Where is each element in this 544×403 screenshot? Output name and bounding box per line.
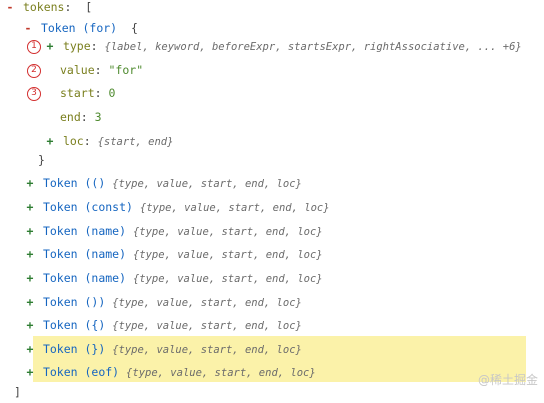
token-row[interactable]: + Token ()) {type, value, start, end, lo… bbox=[24, 291, 302, 313]
token-row[interactable]: + Token (name) {type, value, start, end,… bbox=[24, 243, 323, 265]
token-name: Token ({) bbox=[42, 318, 106, 332]
token-summary: {type, value, start, end, loc} bbox=[132, 249, 323, 261]
close-bracket-row: ] bbox=[14, 381, 21, 403]
loc-key: loc bbox=[62, 134, 84, 148]
expand-toggle-icon[interactable]: + bbox=[24, 267, 36, 289]
type-row[interactable]: + type: {label, keyword, beforeExpr, sta… bbox=[44, 35, 522, 57]
expand-toggle-icon[interactable]: + bbox=[44, 130, 56, 152]
token-row[interactable]: + Token ({) {type, value, start, end, lo… bbox=[24, 314, 302, 336]
expand-toggle-icon[interactable]: + bbox=[24, 338, 36, 360]
token-row[interactable]: + Token (name) {type, value, start, end,… bbox=[24, 220, 323, 242]
open-brace: { bbox=[130, 21, 138, 35]
type-summary: {label, keyword, beforeExpr, startsExpr,… bbox=[104, 41, 522, 53]
expand-toggle-icon[interactable]: + bbox=[24, 196, 36, 218]
tokens-key: tokens bbox=[22, 0, 65, 14]
end-row: end: 3 bbox=[60, 110, 102, 124]
token-summary: {type, value, start, end, loc} bbox=[112, 320, 302, 332]
token-summary: {type, value, start, end, loc} bbox=[139, 202, 330, 214]
annotation-marker-3: 3 bbox=[27, 87, 41, 101]
open-bracket: [ bbox=[85, 0, 93, 14]
tokens-row[interactable]: - tokens: [ bbox=[4, 0, 93, 18]
collapse-toggle-icon[interactable]: - bbox=[22, 17, 34, 39]
expand-toggle-icon[interactable]: + bbox=[24, 291, 36, 313]
token-name: Token (name) bbox=[42, 247, 127, 261]
token-name: Token ()) bbox=[42, 295, 106, 309]
close-bracket: ] bbox=[14, 385, 21, 399]
loc-summary: {start, end} bbox=[97, 136, 174, 148]
type-key: type bbox=[62, 39, 91, 53]
token-name: Token (for) bbox=[40, 21, 118, 35]
token-name: Token (eof) bbox=[42, 365, 120, 379]
expand-toggle-icon[interactable]: + bbox=[24, 220, 36, 242]
start-key: start bbox=[60, 86, 95, 100]
token-name: Token (}) bbox=[42, 342, 106, 356]
annotation-marker-2: 2 bbox=[27, 64, 41, 78]
token-row-highlighted[interactable]: + Token (}) {type, value, start, end, lo… bbox=[24, 338, 302, 360]
collapse-toggle-icon[interactable]: - bbox=[4, 0, 16, 18]
token-name: Token (name) bbox=[42, 224, 127, 238]
end-key: end bbox=[60, 110, 81, 124]
token-summary: {type, value, start, end, loc} bbox=[132, 273, 323, 285]
expand-toggle-icon[interactable]: + bbox=[44, 35, 56, 57]
value-row: value: "for" bbox=[60, 63, 144, 77]
token-summary: {type, value, start, end, loc} bbox=[112, 178, 302, 190]
loc-row[interactable]: + loc: {start, end} bbox=[44, 130, 174, 152]
token-summary: {type, value, start, end, loc} bbox=[112, 344, 302, 356]
token-summary: {type, value, start, end, loc} bbox=[112, 297, 302, 309]
value-key: value bbox=[60, 63, 95, 77]
token-row-highlighted[interactable]: + Token (eof) {type, value, start, end, … bbox=[24, 361, 316, 383]
token-name: Token (const) bbox=[42, 200, 133, 214]
expand-toggle-icon[interactable]: + bbox=[24, 361, 36, 383]
token-name: Token (name) bbox=[42, 271, 127, 285]
start-row: start: 0 bbox=[60, 86, 116, 100]
start-value: 0 bbox=[108, 86, 116, 100]
value-value: "for" bbox=[108, 63, 144, 77]
annotation-marker-1: 1 bbox=[27, 40, 41, 54]
token-summary: {type, value, start, end, loc} bbox=[126, 367, 316, 379]
watermark: @稀土掘金 bbox=[477, 373, 538, 387]
close-brace-row: } bbox=[38, 149, 45, 171]
token-row[interactable]: + Token (name) {type, value, start, end,… bbox=[24, 267, 323, 289]
token-name: Token (() bbox=[42, 176, 106, 190]
expand-toggle-icon[interactable]: + bbox=[24, 172, 36, 194]
expand-toggle-icon[interactable]: + bbox=[24, 243, 36, 265]
end-value: 3 bbox=[94, 110, 102, 124]
expand-toggle-icon[interactable]: + bbox=[24, 314, 36, 336]
token-summary: {type, value, start, end, loc} bbox=[132, 226, 323, 238]
token-row[interactable]: + Token (const) {type, value, start, end… bbox=[24, 196, 330, 218]
close-brace: } bbox=[38, 153, 45, 167]
token-row[interactable]: + Token (() {type, value, start, end, lo… bbox=[24, 172, 302, 194]
